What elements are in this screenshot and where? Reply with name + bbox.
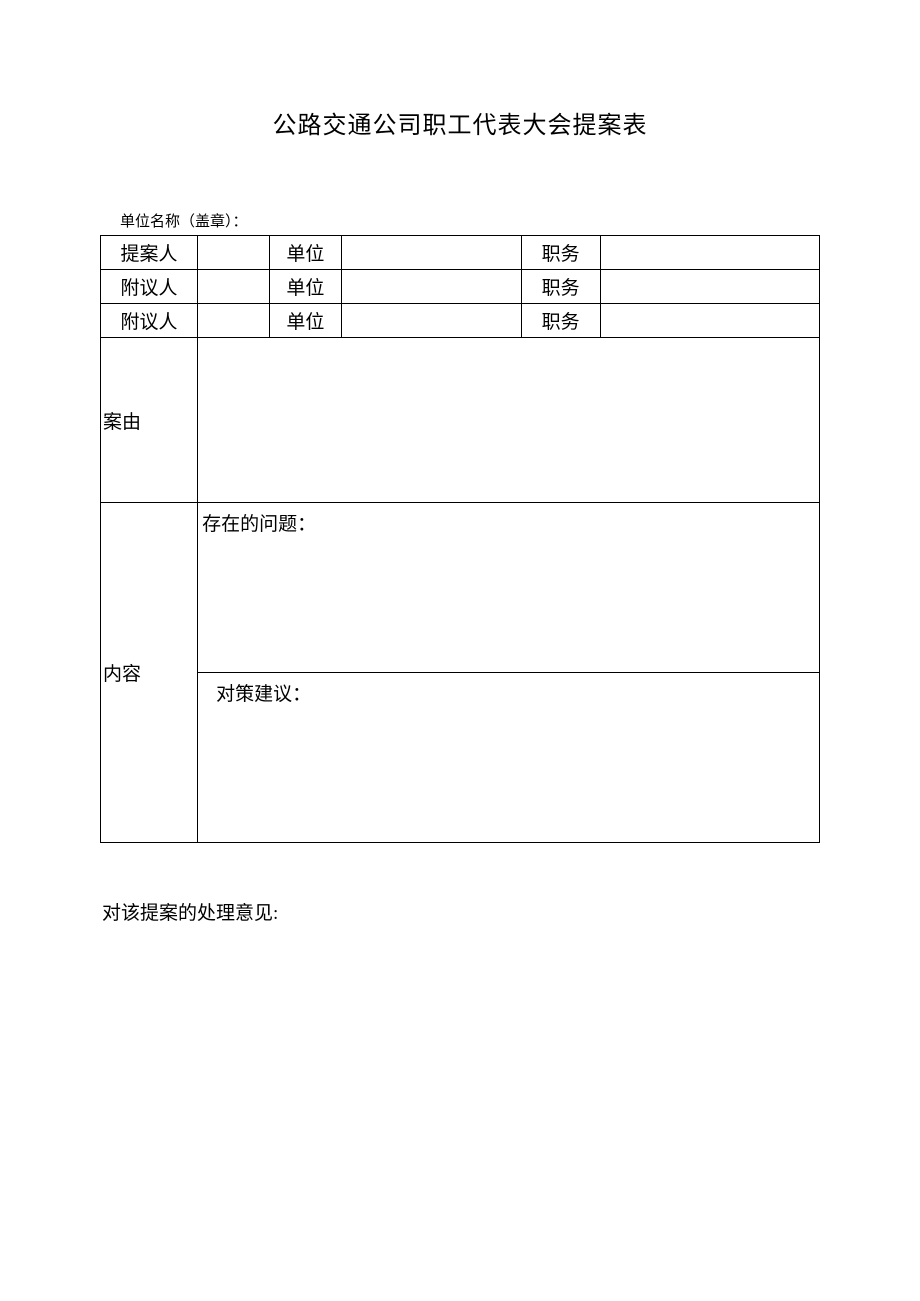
table-row: 附议人 单位 职务 — [101, 304, 820, 338]
position-label-cell: 职务 — [521, 236, 600, 270]
unit-label-cell: 单位 — [269, 270, 341, 304]
position-label-cell: 职务 — [521, 304, 600, 338]
seconder-value — [198, 304, 270, 338]
unit-value — [341, 304, 521, 338]
proposal-form-table: 提案人 单位 职务 附议人 单位 职务 附议人 单位 职务 案由 内容 存在的问… — [100, 235, 820, 843]
document-title: 公路交通公司职工代表大会提案表 — [100, 105, 820, 140]
content-label: 内容 — [101, 503, 198, 843]
table-row: 案由 — [101, 338, 820, 503]
position-value — [600, 236, 819, 270]
table-row: 内容 存在的问题： — [101, 503, 820, 673]
proposer-value — [198, 236, 270, 270]
processing-opinion-label: 对该提案的处理意见: — [100, 898, 820, 925]
seconder-label: 附议人 — [101, 270, 198, 304]
problem-section: 存在的问题： — [198, 503, 820, 673]
seconder-label: 附议人 — [101, 304, 198, 338]
table-row: 对策建议： — [101, 673, 820, 843]
suggestion-section: 对策建议： — [198, 673, 820, 843]
table-row: 提案人 单位 职务 — [101, 236, 820, 270]
position-value — [600, 304, 819, 338]
reason-content — [198, 338, 820, 503]
table-row: 附议人 单位 职务 — [101, 270, 820, 304]
seconder-value — [198, 270, 270, 304]
unit-name-label: 单位名称（盖章）： — [100, 210, 820, 231]
unit-label-cell: 单位 — [269, 304, 341, 338]
position-value — [600, 270, 819, 304]
proposer-label: 提案人 — [101, 236, 198, 270]
unit-label-cell: 单位 — [269, 236, 341, 270]
unit-value — [341, 270, 521, 304]
unit-value — [341, 236, 521, 270]
position-label-cell: 职务 — [521, 270, 600, 304]
reason-label: 案由 — [101, 338, 198, 503]
